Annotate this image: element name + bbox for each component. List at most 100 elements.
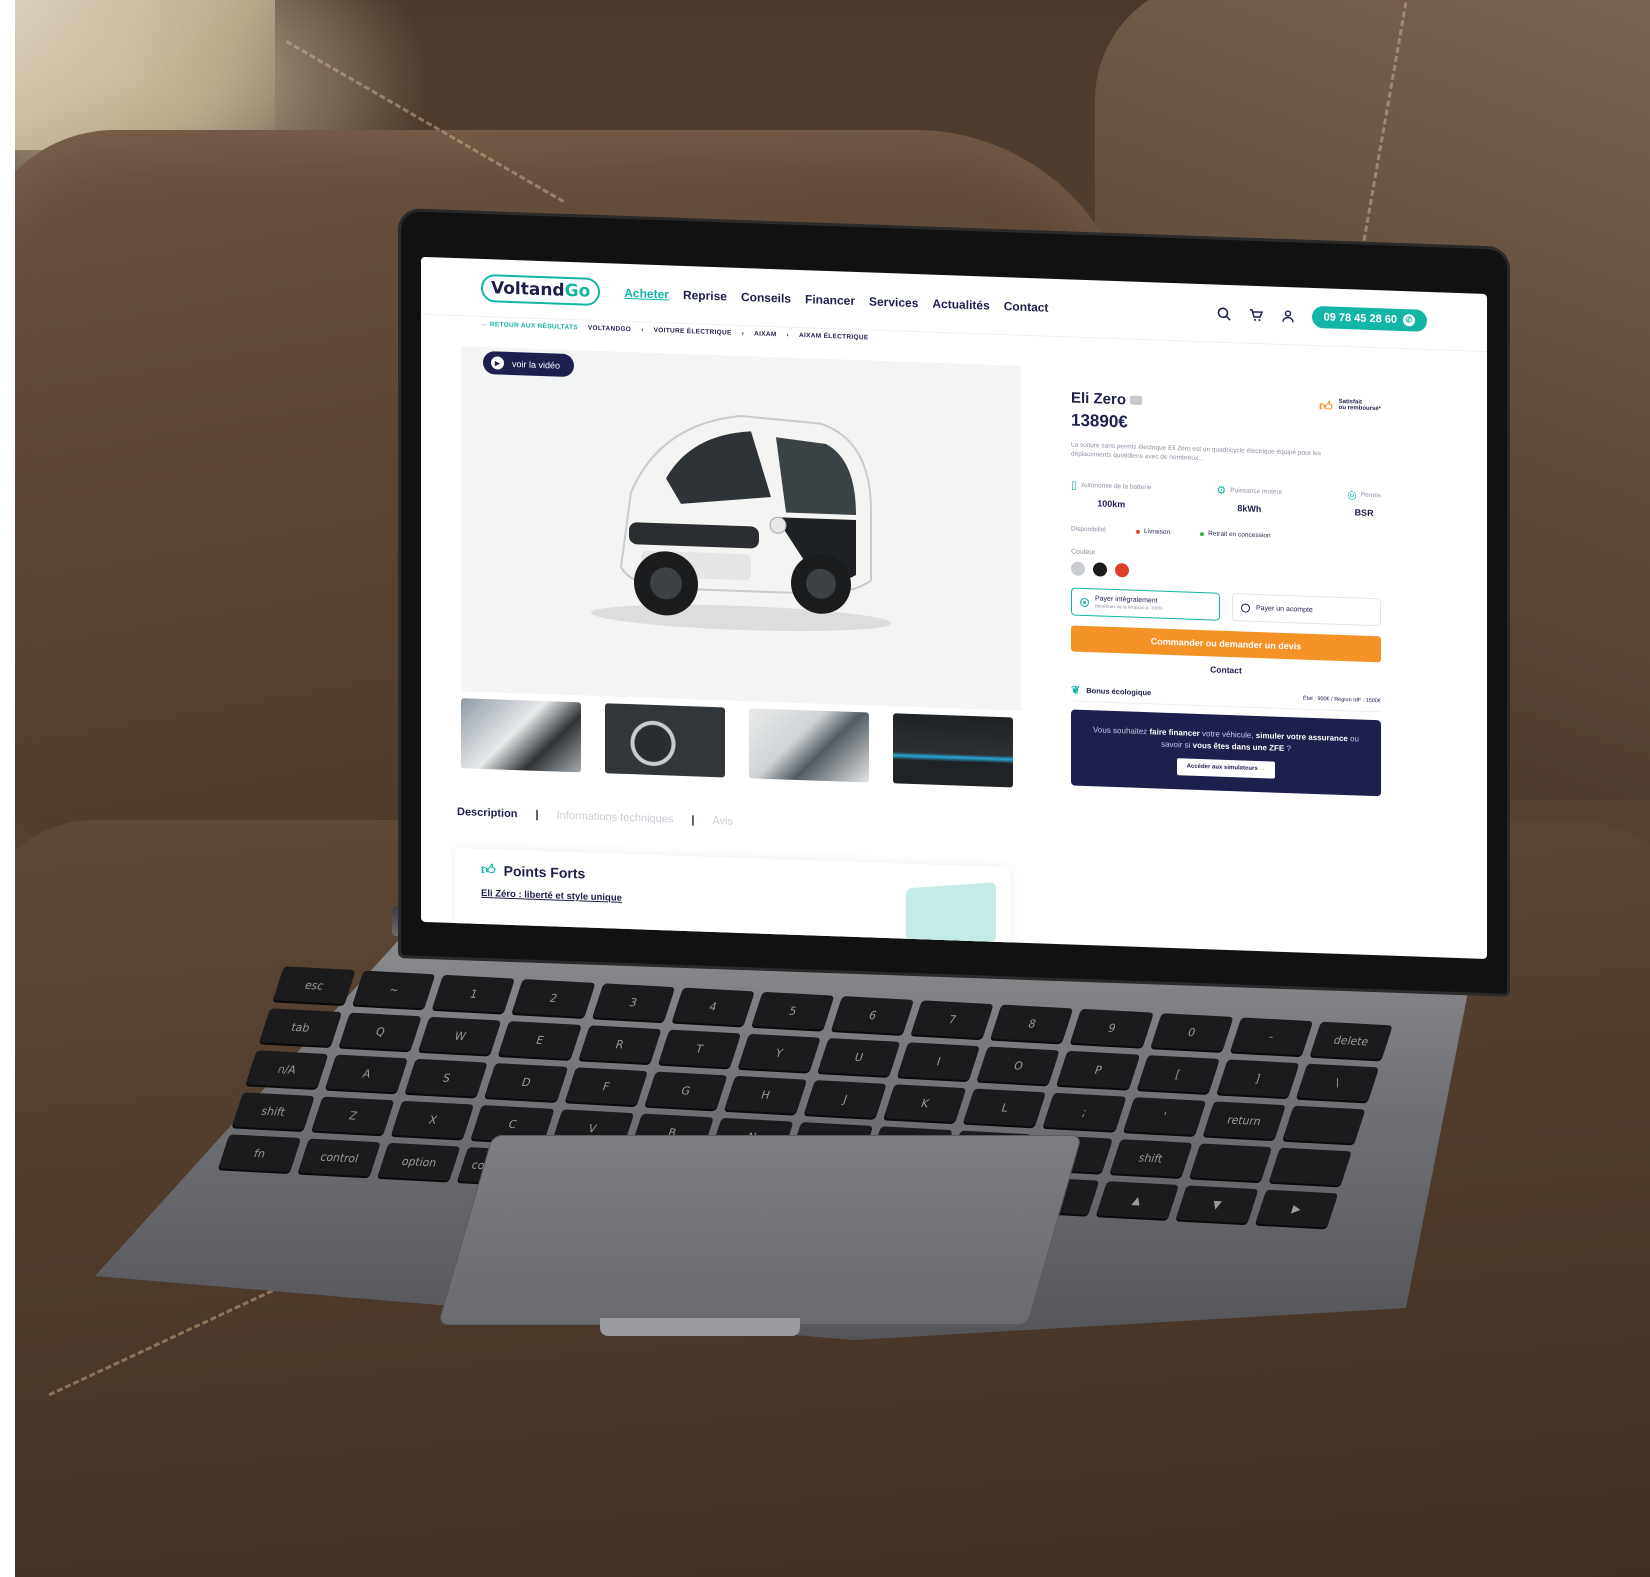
promo-text-bold: simuler votre assurance [1255,731,1348,744]
keyboard-key: [ [1136,1055,1220,1093]
phone-button[interactable]: 09 78 45 28 60 ✆ [1311,305,1427,332]
keyboard-key-label [1282,1106,1365,1144]
breadcrumb-separator: › [741,329,745,338]
pay-full-option[interactable]: Payer intégralement Bénéficiez de la livr… [1071,587,1220,621]
nav-item-contact[interactable]: Contact [1004,299,1049,315]
radio-unselected[interactable] [1241,603,1250,613]
keyboard-key: ▼ [1175,1185,1259,1224]
keyboard-key-label: I [935,1054,943,1068]
keyboard-key: ก/A [245,1050,329,1089]
keyboard-key-label: L [999,1100,1011,1115]
keyboard-key [1282,1105,1366,1144]
breadcrumb-item[interactable]: VOITURE ÉLECTRIQUE [654,327,732,337]
keyboard-key-label: return [1225,1112,1263,1128]
availability-pickup[interactable]: Retrait en concession [1200,530,1271,540]
satisfaction-badge: 👍︎ Satisfait ou remboursé* [1319,398,1381,416]
laptop-trackpad [437,1135,1083,1325]
keyboard-key: D [484,1063,568,1101]
order-quote-button[interactable]: Commander ou demander un devis [1071,625,1381,663]
tab-technical-info[interactable]: Informations techniques [557,810,674,826]
breadcrumb-item[interactable]: AIXAM [754,330,776,338]
phone-number: 09 78 45 28 60 [1323,310,1397,326]
keyboard-key-label: delete [1332,1033,1371,1048]
thumbnail-interior-light[interactable] [893,713,1013,788]
product-info-panel: Eli Zero 13890€ 👍︎ Satisfait ou remboursé… [1071,390,1381,797]
availability-label: Disponibilité [1071,525,1107,534]
keyboard-key: esc [272,966,356,1005]
nav-item-financer[interactable]: Financer [805,292,855,308]
tab-reviews[interactable]: Avis [712,815,733,828]
nav-item-acheter[interactable]: Acheter [624,285,669,301]
user-icon[interactable] [1280,307,1296,324]
header: VoltandGo Acheter Reprise Conseils Finan… [421,256,1487,353]
spec-label-text: Puissance moteur [1230,487,1283,497]
laptop-screen: VoltandGo Acheter Reprise Conseils Finan… [421,256,1487,960]
thumbnail-dashboard[interactable] [605,703,725,778]
product-price: 13890€ [1071,410,1128,432]
keyboard-key: - [1230,1017,1313,1056]
color-swatch-grey[interactable] [1071,561,1085,577]
spec-label: ⚙ Puissance moteur [1216,484,1282,499]
keyboard-key: E [498,1021,582,1059]
nav-item-reprise[interactable]: Reprise [683,287,727,303]
nav-item-services[interactable]: Services [869,294,918,310]
keyboard-key-label: 2 [548,991,560,1005]
nav-item-conseils[interactable]: Conseils [741,289,791,305]
breadcrumb-item[interactable]: VOLTANDGO [588,325,631,334]
thumbnail-exterior-front[interactable] [461,698,581,773]
keyboard-key: I [897,1042,981,1081]
spec-license: ◎ Permis BSR [1347,488,1381,518]
watch-video-button[interactable]: ▶ voir la vidéo [483,350,575,378]
spec-power: ⚙ Puissance moteur 8kWh [1216,484,1282,515]
decorative-shape [906,882,996,949]
keyboard-key-label: U [852,1050,866,1064]
product-title-row: Eli Zero 13890€ 👍︎ Satisfait ou remboursé… [1071,390,1381,442]
keyboard-key: 9 [1070,1008,1154,1047]
strengths-title-text: Points Forts [503,862,586,882]
pay-deposit-option[interactable]: Payer un acompte [1232,593,1381,627]
keyboard-key-label: 8 [1026,1016,1038,1031]
header-actions: 09 78 45 28 60 ✆ [1216,302,1427,332]
keyboard-key: return [1202,1101,1286,1140]
search-icon[interactable] [1216,305,1232,322]
thumbnail-exterior-side[interactable] [749,708,869,783]
promo-text: Vous souhaitez [1093,725,1150,737]
keyboard-key: control [298,1138,382,1177]
keyboard-key-label: E [534,1033,546,1047]
keyboard-key: Z [311,1096,395,1135]
leaf-icon: ❦ [1071,684,1081,698]
keyboard-key-label: ' [1160,1109,1169,1123]
keyboard-key-label: 9 [1106,1021,1118,1035]
color-swatch-black[interactable] [1093,562,1107,577]
keyboard-key: ] [1216,1059,1300,1098]
contact-link[interactable]: Contact [1071,660,1381,681]
keyboard-key: T [658,1029,741,1068]
keyboard-key: Q [339,1012,422,1051]
keyboard-key-label: - [1267,1029,1276,1043]
keyboard-key-label: 5 [787,1004,799,1018]
tab-description[interactable]: Description [457,806,518,820]
keyboard-key-label: 7 [946,1012,959,1026]
keyboard-key: A [325,1054,409,1093]
availability-delivery[interactable]: Livraison [1136,528,1170,536]
simulators-button[interactable]: Accéder aux simulateurs → [1176,758,1276,779]
keyboard-key-label: ▼ [1210,1197,1224,1211]
keyboard-key: 2 [512,979,596,1017]
back-to-results-link[interactable]: ← RETOUR AUX RÉSULTATS [481,321,578,331]
keyboard-key: P [1056,1050,1140,1089]
keyboard-key-label: ▶ [1290,1201,1303,1216]
cart-icon[interactable] [1248,306,1264,323]
product-main-image[interactable] [461,346,1021,711]
spec-label: ▯ Autonomie de la batterie [1071,479,1152,495]
nav-item-actualites[interactable]: Actualités [932,296,989,312]
keyboard-key-label [1189,1143,1272,1181]
radio-selected[interactable] [1080,597,1089,607]
color-swatch-red[interactable] [1115,563,1129,578]
car-image [591,414,891,632]
keyboard-key: Y [737,1033,821,1072]
breadcrumb-item[interactable]: AIXAM ÉLECTRIQUE [799,332,868,341]
site-logo[interactable]: VoltandGo [481,273,601,306]
spec-label-text: Permis [1360,491,1381,500]
engine-icon: ⚙ [1216,484,1227,498]
keyboard-key-label: ] [1253,1071,1263,1085]
